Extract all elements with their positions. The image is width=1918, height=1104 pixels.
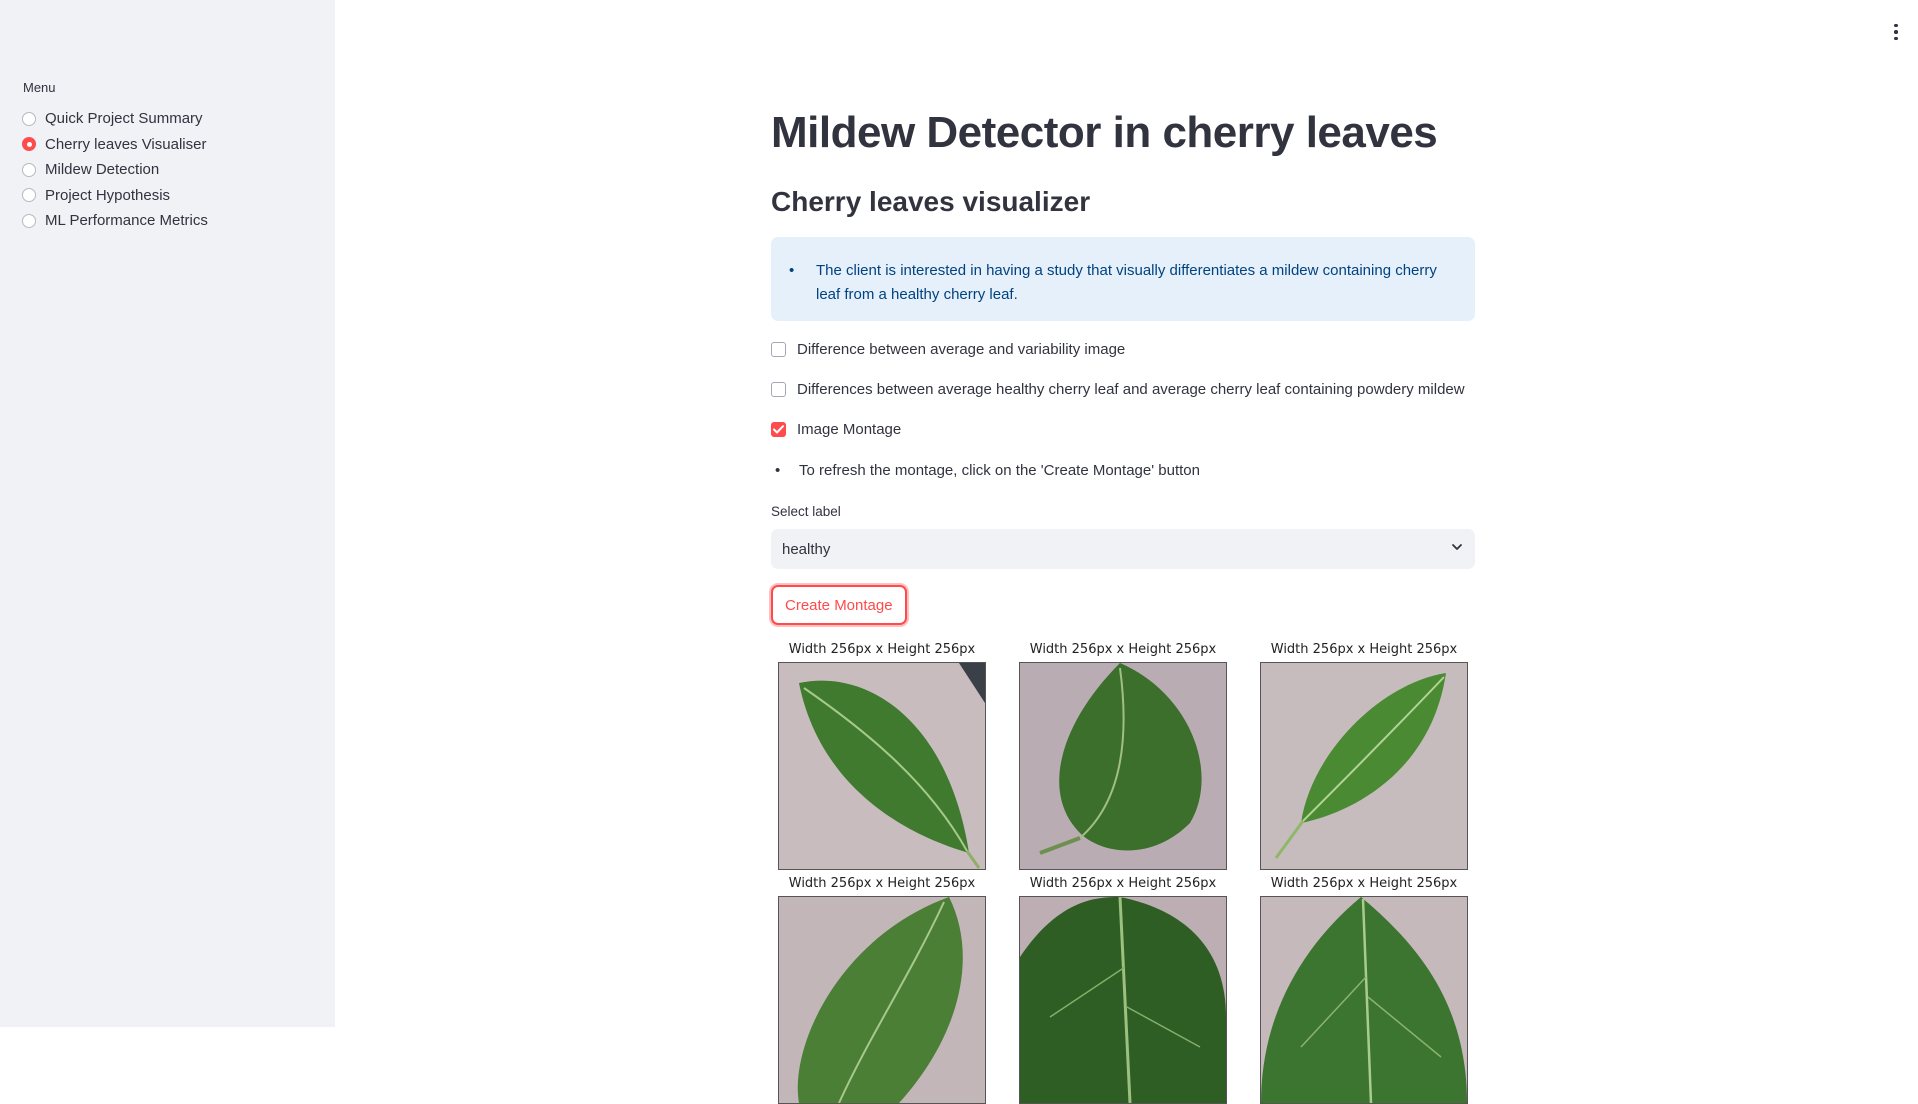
leaf-image — [1019, 662, 1227, 870]
section-subtitle: Cherry leaves visualizer — [771, 186, 1091, 217]
bullet-icon: • — [789, 262, 795, 279]
checkbox-icon[interactable] — [771, 382, 786, 397]
menu-item-ml-performance-metrics[interactable]: ML Performance Metrics — [22, 208, 208, 234]
create-montage-button[interactable]: Create Montage — [771, 585, 907, 625]
menu-label: Menu — [23, 80, 56, 95]
montage-cell: Width 256px x Height 256px — [778, 876, 986, 1104]
montage-cell: Width 256px x Height 256px — [1260, 642, 1468, 870]
info-text: The client is interested in having a stu… — [816, 262, 1437, 303]
page-title: Mildew Detector in cherry leaves — [771, 108, 1438, 157]
image-caption: Width 256px x Height 256px — [788, 876, 976, 891]
menu-radio-group: Quick Project Summary Cherry leaves Visu… — [22, 106, 208, 234]
refresh-note-text: To refresh the montage, click on the 'Cr… — [799, 462, 1200, 479]
leaf-image — [1260, 896, 1468, 1104]
image-caption: Width 256px x Height 256px — [1029, 876, 1217, 891]
sidebar: Menu Quick Project Summary Cherry leaves… — [0, 0, 335, 1027]
menu-item-label: Quick Project Summary — [45, 110, 203, 128]
menu-item-cherry-leaves-visualiser[interactable]: Cherry leaves Visualiser — [22, 132, 208, 158]
radio-button-icon[interactable] — [22, 188, 36, 203]
menu-item-label: Cherry leaves Visualiser — [45, 135, 207, 153]
checkbox-label: Image Montage — [797, 421, 902, 438]
checkbox-average-variability[interactable]: Difference between average and variabili… — [771, 341, 1125, 358]
image-caption: Width 256px x Height 256px — [1270, 876, 1458, 891]
image-caption: Width 256px x Height 256px — [1029, 642, 1217, 657]
checkbox-healthy-vs-mildew[interactable]: Differences between average healthy cher… — [771, 381, 1465, 398]
menu-item-quick-project-summary[interactable]: Quick Project Summary — [22, 106, 208, 132]
refresh-note: • To refresh the montage, click on the 'C… — [775, 462, 1200, 479]
menu-item-label: ML Performance Metrics — [45, 212, 208, 230]
leaf-image — [778, 896, 986, 1104]
menu-item-label: Mildew Detection — [45, 161, 160, 179]
menu-item-label: Project Hypothesis — [45, 186, 171, 204]
radio-button-icon[interactable] — [22, 213, 36, 228]
montage-cell: Width 256px x Height 256px — [1019, 642, 1227, 870]
image-caption: Width 256px x Height 256px — [788, 642, 976, 657]
montage-cell: Width 256px x Height 256px — [778, 642, 986, 870]
montage-cell: Width 256px x Height 256px — [1260, 876, 1468, 1104]
select-value: healthy — [782, 540, 831, 558]
leaf-image — [1260, 662, 1468, 870]
label-select[interactable]: healthy — [771, 529, 1475, 569]
checkbox-checked-icon[interactable] — [771, 422, 786, 437]
image-caption: Width 256px x Height 256px — [1270, 642, 1458, 657]
leaf-image — [778, 662, 986, 870]
radio-button-selected-icon[interactable] — [22, 137, 36, 152]
menu-item-project-hypothesis[interactable]: Project Hypothesis — [22, 183, 208, 209]
checkbox-image-montage[interactable]: Image Montage — [771, 421, 901, 438]
radio-button-icon[interactable] — [22, 162, 36, 177]
radio-button-icon[interactable] — [22, 111, 36, 126]
checkbox-label: Differences between average healthy cher… — [797, 381, 1465, 398]
bullet-icon: • — [775, 462, 781, 479]
info-alert: • The client is interested in having a s… — [771, 237, 1475, 321]
chevron-down-icon — [1450, 540, 1464, 558]
checkbox-icon[interactable] — [771, 342, 786, 357]
select-label: Select label — [771, 504, 841, 519]
kebab-menu-icon[interactable] — [1884, 20, 1908, 44]
checkbox-label: Difference between average and variabili… — [797, 341, 1126, 358]
leaf-image — [1019, 896, 1227, 1104]
montage-cell: Width 256px x Height 256px — [1019, 876, 1227, 1104]
menu-item-mildew-detection[interactable]: Mildew Detection — [22, 157, 208, 183]
